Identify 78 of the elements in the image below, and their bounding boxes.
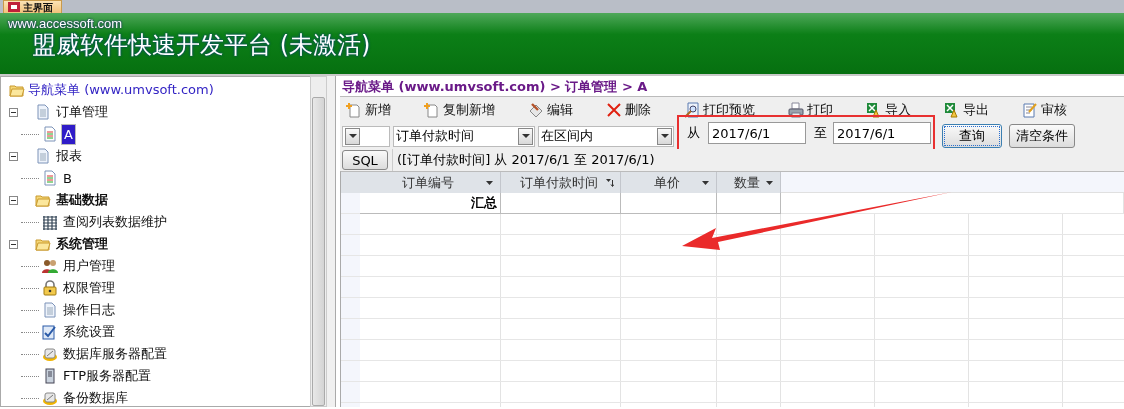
collapse-toggle[interactable] — [9, 107, 18, 117]
table-icon — [42, 214, 58, 230]
website-url: www.accessoft.com — [8, 16, 124, 31]
tree-item[interactable]: 订单管理 — [54, 102, 110, 122]
to-date-field[interactable]: 2017/6/1 — [833, 122, 931, 144]
logic-dropdown[interactable] — [342, 125, 390, 147]
report-icon — [42, 126, 58, 142]
toolbar-button[interactable]: 复制新增 — [424, 101, 528, 119]
delete-icon — [606, 102, 622, 118]
tree-item[interactable]: 备份数据库 — [61, 388, 130, 406]
filter-arrow-icon — [766, 178, 774, 187]
tree-item[interactable]: 数据库服务器配置 — [61, 344, 169, 364]
tree-item[interactable]: 系统设置 — [61, 322, 117, 342]
users-icon — [42, 258, 58, 274]
column-header[interactable]: 数量 — [717, 172, 781, 193]
tree-item[interactable]: 权限管理 — [61, 278, 117, 298]
breadcrumb: 导航菜单 (www.umvsoft.com) > 订单管理 > A — [341, 78, 649, 96]
app-title: 盟威软件快速开发平台 (未激活) — [32, 30, 372, 61]
tree-item[interactable]: 查阅列表数据维护 — [61, 212, 169, 232]
field-dropdown[interactable]: 订单付款时间 — [393, 125, 535, 147]
settings-icon — [42, 324, 58, 340]
collapse-toggle[interactable] — [9, 195, 18, 205]
tree-item[interactable]: 报表 — [54, 146, 84, 166]
tree-root[interactable]: 导航菜单 (www.umvsoft.com) — [28, 81, 214, 99]
document-icon — [42, 302, 58, 318]
toolbar-button[interactable]: 审核 — [1022, 101, 1100, 119]
spreadsheet-icon — [944, 102, 960, 118]
report-icon — [42, 170, 58, 186]
tree-item[interactable]: 操作日志 — [61, 300, 117, 320]
collapse-toggle[interactable] — [9, 151, 18, 161]
server-icon — [42, 368, 58, 384]
folder-icon — [35, 192, 51, 208]
to-label: 至 — [814, 124, 827, 142]
edit-icon — [528, 102, 544, 118]
printer-icon — [788, 102, 804, 118]
dropdown-arrow-icon — [660, 134, 669, 138]
sql-button[interactable]: SQL — [342, 150, 388, 170]
toolbar-button[interactable]: 删除 — [606, 101, 684, 119]
filter-arrow-icon — [486, 178, 494, 187]
new-document-icon — [424, 102, 440, 118]
lock-icon — [42, 280, 58, 296]
tree-item[interactable]: A — [61, 123, 76, 145]
toolbar-button[interactable]: 编辑 — [528, 101, 606, 119]
tree-item[interactable]: 用户管理 — [61, 256, 117, 276]
scrollbar[interactable] — [310, 76, 327, 407]
new-document-icon — [346, 102, 362, 118]
print-preview-icon — [684, 102, 700, 118]
tree-item[interactable]: FTP服务器配置 — [61, 366, 154, 386]
document-icon — [35, 148, 51, 164]
spreadsheet-icon — [866, 102, 882, 118]
from-date-field[interactable]: 2017/6/1 — [708, 122, 806, 144]
toolbar-button[interactable]: 新增 — [346, 101, 424, 119]
sort-icon — [606, 178, 614, 187]
collapse-toggle[interactable] — [9, 239, 18, 249]
window-tab[interactable]: 主界面 — [3, 0, 62, 13]
clear-button[interactable]: 清空条件 — [1009, 124, 1075, 148]
folder-icon — [9, 82, 25, 98]
audit-icon — [1022, 102, 1038, 118]
filter-arrow-icon — [702, 178, 710, 187]
app-icon — [8, 2, 20, 12]
database-icon — [42, 390, 58, 406]
dropdown-arrow-icon — [348, 134, 357, 138]
operator-dropdown[interactable]: 在区间内 — [538, 125, 674, 147]
splitter[interactable] — [327, 76, 336, 407]
folder-icon — [35, 236, 51, 252]
database-icon — [42, 346, 58, 362]
toolbar-button[interactable]: 导出 — [944, 101, 1022, 119]
query-button[interactable]: 查询 — [942, 124, 1002, 148]
tree-item[interactable]: B — [61, 169, 74, 187]
dropdown-arrow-icon — [521, 134, 530, 138]
tree-item[interactable]: 基础数据 — [54, 190, 110, 210]
tree-item[interactable]: 系统管理 — [54, 234, 110, 254]
column-header[interactable]: 单价 — [621, 172, 717, 193]
from-label: 从 — [687, 124, 700, 142]
column-header[interactable]: 订单付款时间 — [501, 172, 621, 193]
summary-cell: 汇总 — [360, 193, 501, 214]
document-icon — [35, 104, 51, 120]
column-header[interactable]: 订单编号 — [360, 172, 501, 193]
